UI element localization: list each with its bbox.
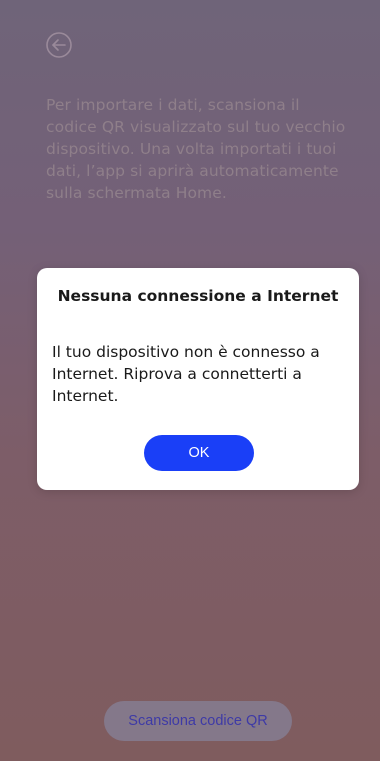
arrow-left-circle-icon [44, 30, 74, 60]
screen: Per importare i dati, scansiona il codic… [0, 0, 380, 761]
dialog-title: Nessuna connessione a Internet [57, 287, 339, 305]
import-instructions: Per importare i dati, scansiona il codic… [46, 96, 346, 202]
ok-button[interactable]: OK [144, 435, 254, 471]
no-connection-dialog: Nessuna connessione a Internet Il tuo di… [37, 268, 359, 490]
scan-qr-button[interactable]: Scansiona codice QR [104, 701, 292, 741]
dialog-message: Il tuo dispositivo non è connesso a Inte… [52, 343, 320, 405]
back-button[interactable] [44, 30, 74, 60]
